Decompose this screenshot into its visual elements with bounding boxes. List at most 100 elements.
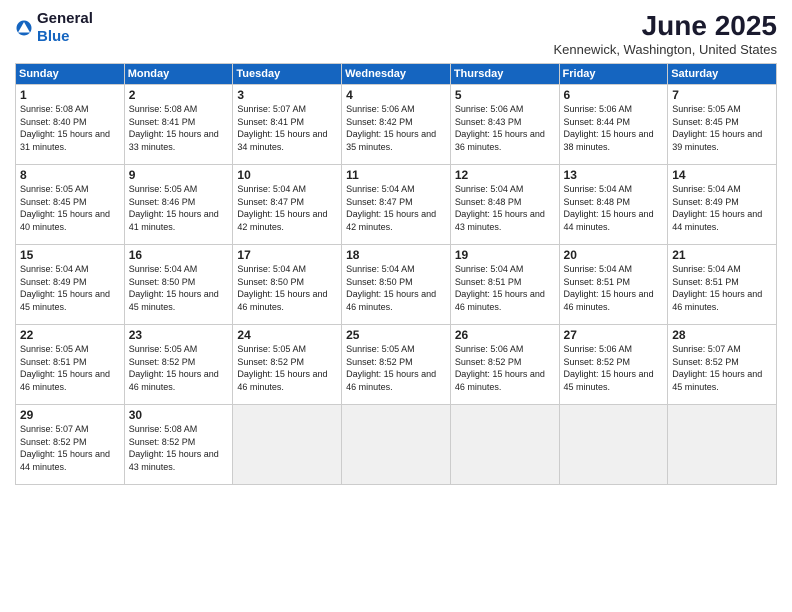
- day-number: 30: [129, 408, 230, 422]
- day-number: 6: [564, 88, 665, 102]
- day-info: Sunrise: 5:06 AMSunset: 8:43 PMDaylight:…: [455, 104, 545, 152]
- day-number: 29: [20, 408, 121, 422]
- day-number: 18: [346, 248, 447, 262]
- day-number: 17: [237, 248, 338, 262]
- day-info: Sunrise: 5:06 AMSunset: 8:52 PMDaylight:…: [455, 344, 545, 392]
- calendar-cell: 5 Sunrise: 5:06 AMSunset: 8:43 PMDayligh…: [450, 85, 559, 165]
- calendar-cell: 16 Sunrise: 5:04 AMSunset: 8:50 PMDaylig…: [124, 245, 233, 325]
- day-info: Sunrise: 5:04 AMSunset: 8:49 PMDaylight:…: [20, 264, 110, 312]
- day-info: Sunrise: 5:05 AMSunset: 8:51 PMDaylight:…: [20, 344, 110, 392]
- calendar-cell: 27 Sunrise: 5:06 AMSunset: 8:52 PMDaylig…: [559, 325, 668, 405]
- day-info: Sunrise: 5:05 AMSunset: 8:45 PMDaylight:…: [672, 104, 762, 152]
- day-number: 26: [455, 328, 556, 342]
- day-number: 9: [129, 168, 230, 182]
- day-number: 1: [20, 88, 121, 102]
- calendar-cell: 12 Sunrise: 5:04 AMSunset: 8:48 PMDaylig…: [450, 165, 559, 245]
- day-info: Sunrise: 5:04 AMSunset: 8:47 PMDaylight:…: [237, 184, 327, 232]
- day-number: 16: [129, 248, 230, 262]
- weekday-header-row: SundayMondayTuesdayWednesdayThursdayFrid…: [16, 64, 777, 85]
- week-row-1: 1 Sunrise: 5:08 AMSunset: 8:40 PMDayligh…: [16, 85, 777, 165]
- day-info: Sunrise: 5:06 AMSunset: 8:44 PMDaylight:…: [564, 104, 654, 152]
- calendar-cell: 18 Sunrise: 5:04 AMSunset: 8:50 PMDaylig…: [342, 245, 451, 325]
- calendar-cell: 2 Sunrise: 5:08 AMSunset: 8:41 PMDayligh…: [124, 85, 233, 165]
- week-row-4: 22 Sunrise: 5:05 AMSunset: 8:51 PMDaylig…: [16, 325, 777, 405]
- weekday-header-wednesday: Wednesday: [342, 64, 451, 85]
- day-info: Sunrise: 5:07 AMSunset: 8:52 PMDaylight:…: [672, 344, 762, 392]
- calendar-cell: 26 Sunrise: 5:06 AMSunset: 8:52 PMDaylig…: [450, 325, 559, 405]
- day-number: 25: [346, 328, 447, 342]
- day-info: Sunrise: 5:04 AMSunset: 8:49 PMDaylight:…: [672, 184, 762, 232]
- calendar-cell: 3 Sunrise: 5:07 AMSunset: 8:41 PMDayligh…: [233, 85, 342, 165]
- day-info: Sunrise: 5:04 AMSunset: 8:51 PMDaylight:…: [455, 264, 545, 312]
- day-info: Sunrise: 5:06 AMSunset: 8:42 PMDaylight:…: [346, 104, 436, 152]
- logo-icon: [15, 19, 33, 37]
- calendar-cell: 13 Sunrise: 5:04 AMSunset: 8:48 PMDaylig…: [559, 165, 668, 245]
- day-number: 13: [564, 168, 665, 182]
- day-info: Sunrise: 5:05 AMSunset: 8:46 PMDaylight:…: [129, 184, 219, 232]
- day-number: 3: [237, 88, 338, 102]
- calendar-cell: 20 Sunrise: 5:04 AMSunset: 8:51 PMDaylig…: [559, 245, 668, 325]
- day-info: Sunrise: 5:07 AMSunset: 8:52 PMDaylight:…: [20, 424, 110, 472]
- day-number: 12: [455, 168, 556, 182]
- logo: General Blue: [15, 10, 93, 46]
- calendar-cell: [668, 405, 777, 485]
- calendar-cell: 11 Sunrise: 5:04 AMSunset: 8:47 PMDaylig…: [342, 165, 451, 245]
- calendar-cell: [559, 405, 668, 485]
- calendar-cell: 17 Sunrise: 5:04 AMSunset: 8:50 PMDaylig…: [233, 245, 342, 325]
- calendar-cell: [233, 405, 342, 485]
- calendar-table: SundayMondayTuesdayWednesdayThursdayFrid…: [15, 63, 777, 485]
- day-number: 10: [237, 168, 338, 182]
- weekday-header-monday: Monday: [124, 64, 233, 85]
- calendar-cell: 29 Sunrise: 5:07 AMSunset: 8:52 PMDaylig…: [16, 405, 125, 485]
- calendar-cell: 8 Sunrise: 5:05 AMSunset: 8:45 PMDayligh…: [16, 165, 125, 245]
- day-number: 22: [20, 328, 121, 342]
- day-info: Sunrise: 5:08 AMSunset: 8:40 PMDaylight:…: [20, 104, 110, 152]
- calendar-cell: [342, 405, 451, 485]
- day-info: Sunrise: 5:08 AMSunset: 8:41 PMDaylight:…: [129, 104, 219, 152]
- calendar-cell: 24 Sunrise: 5:05 AMSunset: 8:52 PMDaylig…: [233, 325, 342, 405]
- logo-blue: Blue: [37, 28, 70, 45]
- calendar-cell: 10 Sunrise: 5:04 AMSunset: 8:47 PMDaylig…: [233, 165, 342, 245]
- month-year: June 2025: [553, 10, 777, 42]
- calendar-cell: 15 Sunrise: 5:04 AMSunset: 8:49 PMDaylig…: [16, 245, 125, 325]
- calendar-cell: 6 Sunrise: 5:06 AMSunset: 8:44 PMDayligh…: [559, 85, 668, 165]
- calendar-cell: 25 Sunrise: 5:05 AMSunset: 8:52 PMDaylig…: [342, 325, 451, 405]
- calendar-cell: 30 Sunrise: 5:08 AMSunset: 8:52 PMDaylig…: [124, 405, 233, 485]
- calendar-page: General Blue June 2025 Kennewick, Washin…: [0, 0, 792, 612]
- calendar-cell: 1 Sunrise: 5:08 AMSunset: 8:40 PMDayligh…: [16, 85, 125, 165]
- week-row-2: 8 Sunrise: 5:05 AMSunset: 8:45 PMDayligh…: [16, 165, 777, 245]
- calendar-cell: 4 Sunrise: 5:06 AMSunset: 8:42 PMDayligh…: [342, 85, 451, 165]
- day-info: Sunrise: 5:05 AMSunset: 8:52 PMDaylight:…: [346, 344, 436, 392]
- day-number: 20: [564, 248, 665, 262]
- day-info: Sunrise: 5:04 AMSunset: 8:48 PMDaylight:…: [455, 184, 545, 232]
- calendar-cell: 19 Sunrise: 5:04 AMSunset: 8:51 PMDaylig…: [450, 245, 559, 325]
- day-number: 28: [672, 328, 773, 342]
- calendar-cell: 21 Sunrise: 5:04 AMSunset: 8:51 PMDaylig…: [668, 245, 777, 325]
- logo-general: General: [37, 10, 93, 27]
- day-info: Sunrise: 5:05 AMSunset: 8:52 PMDaylight:…: [237, 344, 327, 392]
- day-number: 8: [20, 168, 121, 182]
- calendar-cell: 23 Sunrise: 5:05 AMSunset: 8:52 PMDaylig…: [124, 325, 233, 405]
- day-info: Sunrise: 5:04 AMSunset: 8:51 PMDaylight:…: [672, 264, 762, 312]
- calendar-cell: 22 Sunrise: 5:05 AMSunset: 8:51 PMDaylig…: [16, 325, 125, 405]
- week-row-5: 29 Sunrise: 5:07 AMSunset: 8:52 PMDaylig…: [16, 405, 777, 485]
- week-row-3: 15 Sunrise: 5:04 AMSunset: 8:49 PMDaylig…: [16, 245, 777, 325]
- calendar-cell: 28 Sunrise: 5:07 AMSunset: 8:52 PMDaylig…: [668, 325, 777, 405]
- day-number: 21: [672, 248, 773, 262]
- day-info: Sunrise: 5:04 AMSunset: 8:47 PMDaylight:…: [346, 184, 436, 232]
- day-info: Sunrise: 5:05 AMSunset: 8:45 PMDaylight:…: [20, 184, 110, 232]
- weekday-header-thursday: Thursday: [450, 64, 559, 85]
- day-number: 23: [129, 328, 230, 342]
- day-number: 5: [455, 88, 556, 102]
- day-info: Sunrise: 5:04 AMSunset: 8:50 PMDaylight:…: [129, 264, 219, 312]
- calendar-cell: 9 Sunrise: 5:05 AMSunset: 8:46 PMDayligh…: [124, 165, 233, 245]
- day-info: Sunrise: 5:07 AMSunset: 8:41 PMDaylight:…: [237, 104, 327, 152]
- day-number: 2: [129, 88, 230, 102]
- weekday-header-tuesday: Tuesday: [233, 64, 342, 85]
- day-number: 24: [237, 328, 338, 342]
- day-number: 19: [455, 248, 556, 262]
- day-number: 4: [346, 88, 447, 102]
- day-info: Sunrise: 5:06 AMSunset: 8:52 PMDaylight:…: [564, 344, 654, 392]
- day-number: 14: [672, 168, 773, 182]
- day-info: Sunrise: 5:04 AMSunset: 8:48 PMDaylight:…: [564, 184, 654, 232]
